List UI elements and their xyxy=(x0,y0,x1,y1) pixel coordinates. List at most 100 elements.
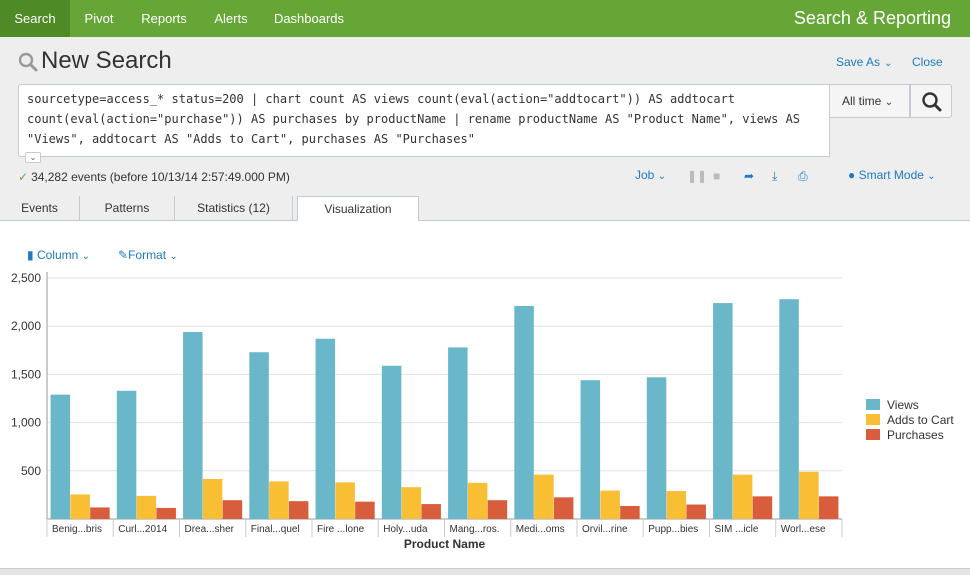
bar-purchases xyxy=(818,496,839,519)
bar-views xyxy=(50,394,71,519)
page-title: New Search xyxy=(41,47,172,74)
column-chart: 500 1,000 1,500 2,000 2,500 Benig...bris Curl.… xyxy=(11,271,843,551)
x-axis-title: Product Name xyxy=(404,537,486,551)
check-icon: ✓ xyxy=(18,170,29,184)
close-link[interactable]: Close xyxy=(912,55,943,69)
event-count: 34,282 events (before 10/13/14 2:57:49.0… xyxy=(31,170,290,184)
bar-purchases xyxy=(90,507,110,519)
chevron-down-icon: ⌄ xyxy=(884,97,894,108)
tab-statistics[interactable]: Statistics (12) xyxy=(175,196,293,221)
x-tick-label: Final...quel xyxy=(251,524,300,535)
bar-views xyxy=(116,390,137,519)
search-query-input[interactable]: sourcetype=access_* status=200 | chart c… xyxy=(18,84,830,157)
legend-swatch xyxy=(866,414,880,425)
legend-item-purchases[interactable]: Purchases xyxy=(866,428,954,443)
bar-purchases xyxy=(222,500,243,519)
save-as-menu[interactable]: Save As ⌄ xyxy=(836,55,892,69)
x-tick-label: Worl...ese xyxy=(781,524,826,535)
legend-label: Views xyxy=(887,398,919,412)
x-tick-label: Mang...ros. xyxy=(450,524,500,535)
x-tick-label: Pupp...bies xyxy=(648,524,698,535)
bar-purchases xyxy=(752,496,773,519)
bar-adds-to-cart xyxy=(467,482,488,519)
bar-adds-to-cart xyxy=(732,474,753,519)
chart-legend: Views Adds to Cart Purchases xyxy=(866,398,954,443)
legend-swatch xyxy=(866,399,880,410)
nav-pivot[interactable]: Pivot xyxy=(70,0,128,37)
job-label: Job xyxy=(635,168,655,182)
visualization-panel: ▮ Column ⌄ ✎Format ⌄ 500 1,000 1,500 2,000 2… xyxy=(0,221,970,568)
search-button[interactable] xyxy=(910,84,952,118)
y-tick-label: 500 xyxy=(21,464,41,478)
tab-patterns[interactable]: Patterns xyxy=(80,196,175,221)
chevron-down-icon: ⌄ xyxy=(884,58,893,69)
bar-views xyxy=(315,338,336,519)
bar-views xyxy=(779,299,799,519)
tab-visualization[interactable]: Visualization xyxy=(297,196,419,222)
legend-item-adds-to-cart[interactable]: Adds to Cart xyxy=(866,413,954,428)
search-mode-label: Smart Mode xyxy=(858,168,924,182)
y-tick-label: 2,500 xyxy=(11,271,41,285)
bar-purchases xyxy=(553,497,574,519)
lightbulb-icon: ● xyxy=(848,168,856,182)
bar-adds-to-cart xyxy=(136,495,157,519)
y-tick-label: 2,000 xyxy=(11,319,41,333)
nav-search[interactable]: Search xyxy=(0,0,70,37)
legend-item-views[interactable]: Views xyxy=(866,398,954,413)
bar-purchases xyxy=(288,501,309,519)
bar-adds-to-cart xyxy=(269,481,289,519)
legend-swatch xyxy=(866,429,880,440)
bar-views xyxy=(183,331,203,519)
x-tick-label: Benig...bris xyxy=(52,524,102,535)
chevron-down-icon: ⌄ xyxy=(927,171,936,182)
job-menu[interactable]: Job ⌄ xyxy=(635,168,666,182)
pause-icon[interactable]: ❚❚ xyxy=(687,169,707,183)
legend-label: Purchases xyxy=(887,428,944,442)
x-tick-label: Curl...2014 xyxy=(118,524,167,535)
tab-events[interactable]: Events xyxy=(0,196,80,221)
bar-views xyxy=(448,347,468,519)
bar-purchases xyxy=(156,507,176,519)
x-tick-label: Orvil...rine xyxy=(582,524,628,535)
nav-alerts[interactable]: Alerts xyxy=(200,0,262,37)
expand-chevron-icon[interactable]: ⌄ xyxy=(25,152,41,163)
save-as-label: Save As xyxy=(836,55,881,69)
y-tick-label: 1,500 xyxy=(11,367,41,381)
status-line: ✓ 34,282 events (before 10/13/14 2:57:49.… xyxy=(18,170,290,184)
bar-purchases xyxy=(620,505,640,519)
bar-adds-to-cart xyxy=(799,471,819,519)
bar-views xyxy=(514,305,534,519)
bar-adds-to-cart xyxy=(70,494,90,519)
legend-label: Adds to Cart xyxy=(887,413,954,427)
export-icon[interactable]: ⤓ xyxy=(772,169,777,184)
bar-purchases xyxy=(355,501,375,519)
bar-adds-to-cart xyxy=(666,491,687,519)
results-tabs: Events Patterns Statistics (12) Visualiz… xyxy=(0,196,970,222)
x-tick-label: SIM ...icle xyxy=(715,524,759,535)
search-mode-menu[interactable]: ● Smart Mode ⌄ xyxy=(848,168,936,182)
magnifier-icon xyxy=(922,92,942,112)
x-tick-label: Drea...sher xyxy=(185,524,235,535)
print-icon[interactable]: ⎙ xyxy=(798,169,808,184)
y-tick-label: 1,000 xyxy=(11,416,41,430)
bar-purchases xyxy=(487,500,508,519)
chevron-down-icon: ⌄ xyxy=(657,171,667,182)
nav-reports[interactable]: Reports xyxy=(128,0,200,37)
bar-views xyxy=(381,365,402,519)
stop-icon[interactable]: ■ xyxy=(713,169,720,183)
bar-views xyxy=(580,380,601,519)
share-icon[interactable]: ➦ xyxy=(744,169,754,183)
x-tick-label: Fire ...lone xyxy=(317,524,365,535)
bar-views xyxy=(646,377,667,519)
time-range-picker[interactable]: All time ⌄ xyxy=(830,84,910,118)
top-nav-bar: Search Pivot Reports Alerts Dashboards S… xyxy=(0,0,970,37)
bottom-resize-bar[interactable] xyxy=(0,568,970,575)
bar-adds-to-cart xyxy=(600,490,620,519)
bar-adds-to-cart xyxy=(202,478,223,519)
nav-dashboards[interactable]: Dashboards xyxy=(262,0,356,37)
x-tick-label: Medi...oms xyxy=(516,524,565,535)
search-icon xyxy=(18,52,38,72)
bar-adds-to-cart xyxy=(335,482,355,519)
bar-purchases xyxy=(421,504,441,519)
app-title[interactable]: Search & Reporting xyxy=(794,0,951,37)
